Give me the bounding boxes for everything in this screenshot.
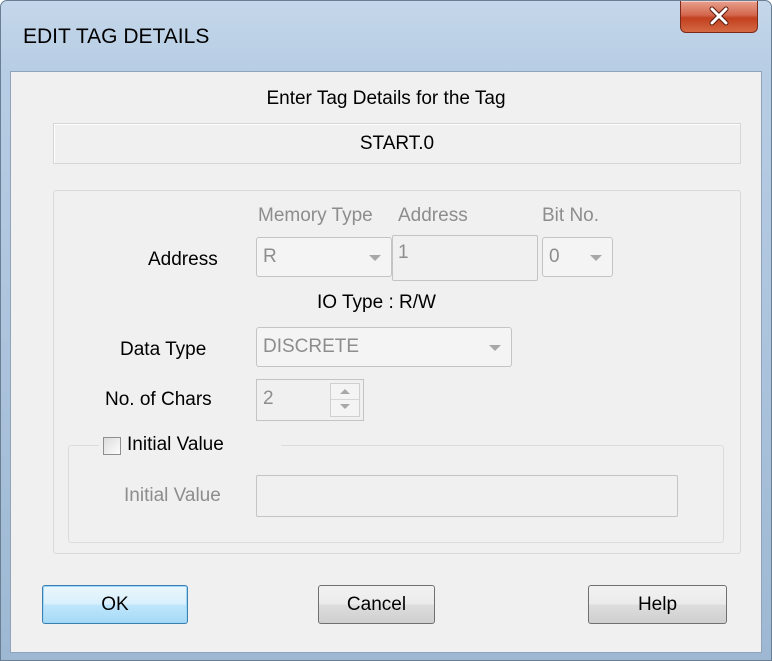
initial-value-input[interactable] xyxy=(256,475,678,517)
initial-value-field-label: Initial Value xyxy=(124,485,221,506)
address-value: 1 xyxy=(398,242,409,263)
data-type-select[interactable]: DISCRETE xyxy=(256,327,512,367)
chevron-down-icon xyxy=(489,345,501,351)
spinner-buttons[interactable] xyxy=(330,383,360,417)
dialog-window: EDIT TAG DETAILS Enter Tag Details for t… xyxy=(0,0,772,661)
initial-value-checkbox[interactable] xyxy=(103,437,121,455)
title-bar[interactable]: EDIT TAG DETAILS xyxy=(1,1,771,71)
chevron-down-icon xyxy=(590,255,602,261)
address-input[interactable]: 1 xyxy=(392,235,538,281)
cancel-button[interactable]: Cancel xyxy=(318,585,435,624)
bit-number-value: 0 xyxy=(549,246,560,267)
dialog-title: EDIT TAG DETAILS xyxy=(23,25,210,48)
tag-name-display: START.0 xyxy=(53,123,741,164)
spinner-divider xyxy=(331,399,359,400)
bit-number-header: Bit No. xyxy=(542,205,600,226)
spin-down-icon[interactable] xyxy=(340,404,350,409)
chars-label: No. of Chars xyxy=(105,389,212,410)
memory-type-header: Memory Type xyxy=(258,205,373,226)
initial-value-toggle[interactable]: Initial Value xyxy=(99,434,281,460)
help-button[interactable]: Help xyxy=(588,585,727,624)
spin-up-icon[interactable] xyxy=(340,389,350,394)
memory-type-value: R xyxy=(263,246,277,267)
close-icon xyxy=(709,6,729,26)
data-type-value: DISCRETE xyxy=(263,336,360,357)
chars-spinner[interactable]: 2 xyxy=(256,379,364,421)
ok-button[interactable]: OK xyxy=(42,585,188,624)
dialog-client-area: Enter Tag Details for the Tag START.0 Me… xyxy=(10,71,762,653)
io-type-label: IO Type : R/W xyxy=(317,292,436,313)
initial-value-checkbox-label: Initial Value xyxy=(127,434,224,455)
data-type-label: Data Type xyxy=(120,339,207,360)
chars-value: 2 xyxy=(263,388,274,409)
tag-details-prompt: Enter Tag Details for the Tag xyxy=(266,88,506,109)
close-button[interactable] xyxy=(680,1,758,33)
address-label: Address xyxy=(148,249,218,270)
bit-number-select[interactable]: 0 xyxy=(542,237,613,277)
address-header: Address xyxy=(398,205,468,226)
memory-type-select[interactable]: R xyxy=(256,237,392,277)
chevron-down-icon xyxy=(369,255,381,261)
